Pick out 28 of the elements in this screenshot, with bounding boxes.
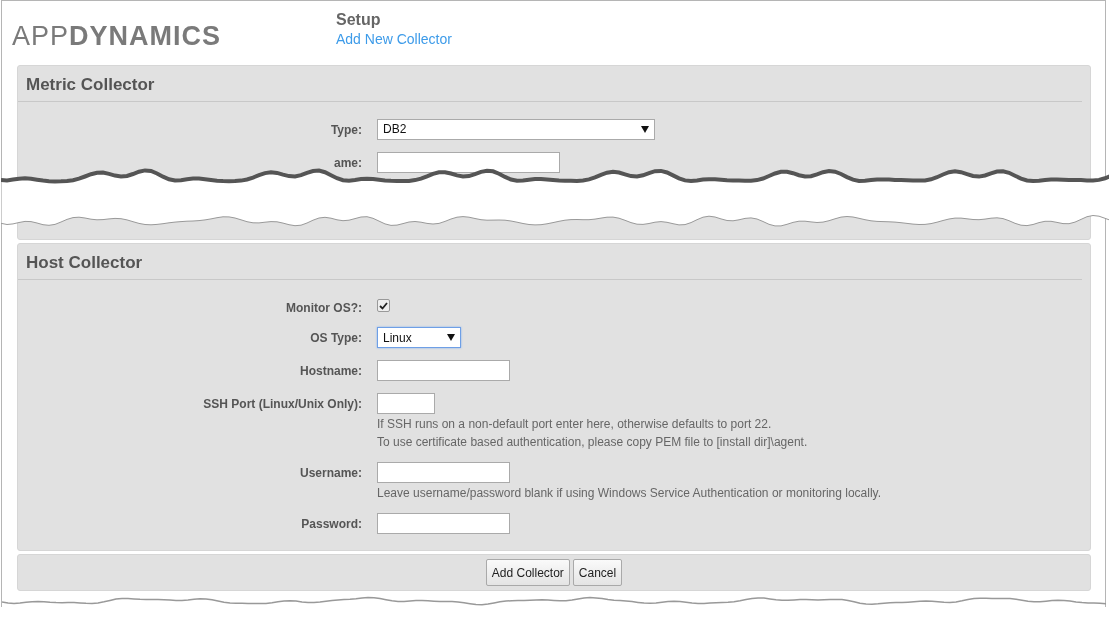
port-field[interactable]	[377, 393, 435, 415]
field-label: ame:	[333, 154, 362, 170]
section-heading: Host Collector	[18, 244, 1082, 281]
field-label: Password:	[300, 516, 362, 532]
field-label: Username:	[298, 465, 362, 481]
password-field[interactable]	[377, 513, 510, 535]
text-field[interactable]	[377, 151, 560, 173]
section-heading: Metric Collector	[18, 65, 1082, 102]
checkbox[interactable]	[377, 299, 390, 313]
page-title: Setup	[336, 11, 381, 29]
text-field[interactable]	[377, 462, 510, 484]
logo: APPDYNAMICS	[12, 20, 223, 52]
field-label: SSH Port (Linux/Unix Only):	[202, 396, 362, 412]
cancel-button[interactable]: Cancel	[572, 559, 623, 587]
caret-icon	[447, 334, 455, 342]
field-label: Hostname:	[299, 363, 362, 379]
add-collector-button[interactable]: Add Collector	[485, 559, 570, 587]
checkmark-icon	[379, 301, 388, 310]
help-text: To use certificate based authentication, please copy PEM file to [install dir]\agent.	[377, 435, 808, 451]
field-label: OS Type:	[309, 330, 362, 346]
help-text: Leave username/password blank if using Windows Service Authentication or monitoring locally.	[377, 486, 882, 502]
dropdown-select[interactable]: DB2	[377, 118, 655, 140]
help-text: If SSH runs on a non-default port enter here, otherwise defaults to port 22.	[377, 417, 772, 433]
field-label: Type:	[329, 121, 362, 137]
dropdown-select[interactable]: Linux	[377, 327, 461, 349]
text-field[interactable]	[377, 360, 510, 382]
caret-icon	[641, 125, 649, 133]
field-label: Monitor OS?:	[285, 300, 362, 316]
